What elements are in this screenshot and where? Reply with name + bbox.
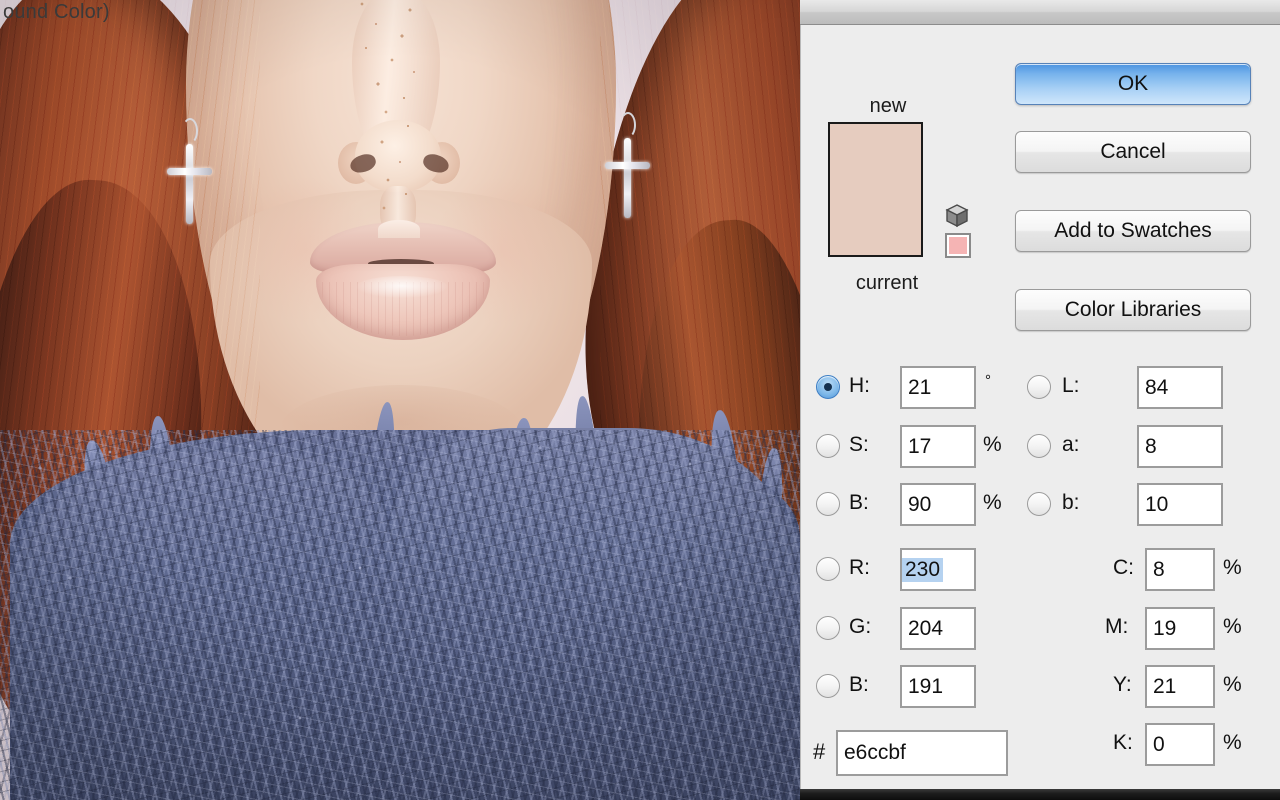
value-saturation: 17 bbox=[908, 434, 932, 458]
add-to-swatches-button[interactable]: Add to Swatches bbox=[1015, 210, 1251, 252]
label-red: R: bbox=[849, 556, 870, 579]
lavender-buds bbox=[0, 428, 800, 800]
cross-earring-right-vertical bbox=[624, 138, 631, 218]
radio-saturation[interactable] bbox=[816, 434, 840, 458]
value-lab-a: 8 bbox=[1145, 434, 1157, 458]
radio-lightness[interactable] bbox=[1027, 375, 1051, 399]
unit-black: % bbox=[1223, 731, 1242, 754]
unit-yellow: % bbox=[1223, 673, 1242, 696]
label-cyan: C: bbox=[1113, 556, 1134, 579]
field-green[interactable]: 204 bbox=[900, 607, 976, 650]
field-hue[interactable]: 21 bbox=[900, 366, 976, 409]
radio-lab-b[interactable] bbox=[1027, 492, 1051, 516]
value-blue: 191 bbox=[908, 674, 944, 698]
field-magenta[interactable]: 19 bbox=[1145, 607, 1215, 650]
field-lightness[interactable]: 84 bbox=[1137, 366, 1223, 409]
value-lightness: 84 bbox=[1145, 375, 1169, 399]
value-hue: 21 bbox=[908, 375, 932, 399]
field-lab-a[interactable]: 8 bbox=[1137, 425, 1223, 468]
cupids-bow bbox=[378, 220, 420, 238]
dialog-titlebar[interactable] bbox=[800, 0, 1280, 25]
unit-hue: ° bbox=[985, 372, 991, 389]
new-color-label: new bbox=[869, 95, 907, 117]
radio-blue[interactable] bbox=[816, 674, 840, 698]
field-black[interactable]: 0 bbox=[1145, 723, 1215, 766]
field-red[interactable]: 230 bbox=[900, 548, 976, 591]
value-black: 0 bbox=[1153, 732, 1165, 756]
label-black: K: bbox=[1113, 731, 1133, 754]
label-green: G: bbox=[849, 615, 872, 638]
background-photograph bbox=[0, 0, 800, 800]
cross-earring-left-vertical bbox=[186, 144, 193, 224]
value-brightness: 90 bbox=[908, 492, 932, 516]
value-magenta: 19 bbox=[1153, 616, 1177, 640]
value-hex: e6ccbf bbox=[844, 741, 906, 764]
label-magenta: M: bbox=[1105, 615, 1129, 638]
hex-prefix: # bbox=[813, 739, 826, 764]
radio-red[interactable] bbox=[816, 557, 840, 581]
current-color-label: current bbox=[855, 272, 919, 294]
new-color-swatch[interactable] bbox=[830, 124, 921, 255]
value-yellow: 21 bbox=[1153, 674, 1177, 698]
label-yellow: Y: bbox=[1113, 673, 1132, 696]
lip-highlight bbox=[356, 276, 448, 298]
dialog-bottom-edge bbox=[800, 789, 1280, 800]
field-blue[interactable]: 191 bbox=[900, 665, 976, 708]
radio-hue[interactable] bbox=[816, 375, 840, 399]
field-hex[interactable]: e6ccbf bbox=[836, 730, 1008, 776]
field-saturation[interactable]: 17 bbox=[900, 425, 976, 468]
label-lab-a: a: bbox=[1062, 433, 1080, 456]
unit-magenta: % bbox=[1223, 615, 1242, 638]
label-hue: H: bbox=[849, 374, 870, 397]
out-of-gamut-swatch[interactable] bbox=[949, 237, 967, 254]
radio-brightness[interactable] bbox=[816, 492, 840, 516]
label-lab-b: b: bbox=[1062, 491, 1080, 514]
label-brightness: B: bbox=[849, 491, 869, 514]
unit-saturation: % bbox=[983, 433, 1002, 456]
ok-button[interactable]: OK bbox=[1015, 63, 1251, 105]
unit-brightness: % bbox=[983, 491, 1002, 514]
value-lab-b: 10 bbox=[1145, 492, 1169, 516]
radio-lab-a[interactable] bbox=[1027, 434, 1051, 458]
cancel-button[interactable]: Cancel bbox=[1015, 131, 1251, 173]
field-yellow[interactable]: 21 bbox=[1145, 665, 1215, 708]
cube-icon[interactable] bbox=[944, 203, 970, 229]
value-cyan: 8 bbox=[1153, 557, 1165, 581]
screen: ound Color) new current OK Cancel Add to… bbox=[0, 0, 1280, 800]
field-brightness[interactable]: 90 bbox=[900, 483, 976, 526]
dialog-title: ound Color) bbox=[3, 1, 110, 23]
field-lab-b[interactable]: 10 bbox=[1137, 483, 1223, 526]
field-cyan[interactable]: 8 bbox=[1145, 548, 1215, 591]
freckles bbox=[348, 0, 458, 244]
value-green: 204 bbox=[908, 616, 944, 640]
cross-earring-left-horizontal bbox=[167, 168, 212, 175]
radio-green[interactable] bbox=[816, 616, 840, 640]
cross-earring-right-horizontal bbox=[605, 162, 650, 169]
color-libraries-button[interactable]: Color Libraries bbox=[1015, 289, 1251, 331]
earring-hook-right bbox=[620, 112, 636, 138]
value-red: 230 bbox=[902, 557, 944, 582]
unit-cyan: % bbox=[1223, 556, 1242, 579]
earring-hook-left bbox=[182, 118, 198, 144]
label-saturation: S: bbox=[849, 433, 869, 456]
label-blue: B: bbox=[849, 673, 869, 696]
label-lightness: L: bbox=[1062, 374, 1080, 397]
